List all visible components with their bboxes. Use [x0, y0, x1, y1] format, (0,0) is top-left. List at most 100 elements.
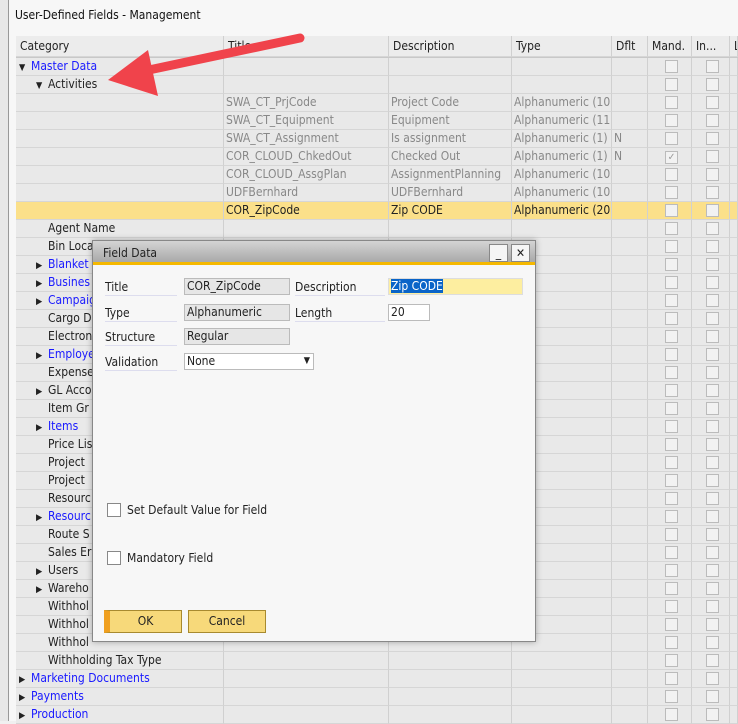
expand-right-icon[interactable]: ▶ [19, 708, 31, 723]
mandatory-checkbox[interactable] [665, 402, 678, 415]
ok-button[interactable]: OK [104, 610, 182, 633]
mandatory-checkbox[interactable] [665, 546, 678, 559]
in-checkbox[interactable] [706, 204, 719, 217]
mandatory-checkbox[interactable] [665, 600, 678, 613]
mandatory-checkbox[interactable] [665, 564, 678, 577]
category-label[interactable]: Withholding Tax Type [48, 653, 162, 667]
in-checkbox[interactable] [706, 132, 719, 145]
mandatory-checkbox[interactable] [665, 168, 678, 181]
description-input[interactable]: Zip CODE [388, 278, 523, 295]
in-checkbox[interactable] [706, 420, 719, 433]
expand-right-icon[interactable]: ▶ [36, 258, 48, 273]
in-checkbox[interactable] [706, 546, 719, 559]
category-label[interactable]: Items [48, 419, 78, 433]
mandatory-checkbox[interactable] [665, 312, 678, 325]
expand-right-icon[interactable]: ▶ [36, 294, 48, 309]
mandatory-checkbox[interactable] [665, 222, 678, 235]
in-checkbox[interactable] [706, 456, 719, 469]
length-input[interactable]: 20 [388, 304, 430, 321]
category-label[interactable]: Electron [48, 329, 92, 343]
category-label[interactable]: Item Gr [48, 401, 89, 415]
expand-right-icon[interactable]: ▶ [36, 348, 48, 363]
set-default-label[interactable]: Set Default Value for Field [127, 503, 267, 517]
mandatory-checkbox[interactable] [665, 348, 678, 361]
table-row[interactable]: COR_CLOUD_AssgPlan AssignmentPlanning Alph… [16, 166, 738, 184]
in-checkbox[interactable] [706, 168, 719, 181]
category-label[interactable]: Project [48, 455, 85, 469]
in-checkbox[interactable] [706, 582, 719, 595]
category-label[interactable]: Expense [48, 365, 94, 379]
in-checkbox[interactable] [706, 78, 719, 91]
expand-right-icon[interactable]: ▶ [36, 582, 48, 597]
in-checkbox[interactable] [706, 150, 719, 163]
in-checkbox[interactable] [706, 348, 719, 361]
mandatory-checkbox[interactable] [665, 276, 678, 289]
mandatory-checkbox[interactable] [665, 618, 678, 631]
category-label[interactable]: Payments [31, 689, 84, 703]
category-label[interactable]: Project [48, 473, 85, 487]
in-checkbox[interactable] [706, 528, 719, 541]
mandatory-checkbox[interactable] [665, 204, 678, 217]
table-row[interactable]: ▶ Payments [16, 688, 738, 706]
in-checkbox[interactable] [706, 672, 719, 685]
in-checkbox[interactable] [706, 60, 719, 73]
mandatory-checkbox[interactable] [665, 132, 678, 145]
set-default-checkbox[interactable] [107, 503, 121, 517]
mandatory-checkbox[interactable] [665, 420, 678, 433]
col-l[interactable]: L [730, 36, 738, 57]
mandatory-checkbox[interactable] [665, 654, 678, 667]
category-label[interactable]: Employe [48, 347, 95, 361]
mandatory-checkbox[interactable] [665, 384, 678, 397]
in-checkbox[interactable] [706, 492, 719, 505]
table-row[interactable]: SWA_CT_Equipment Equipment Alphanumeric (1… [16, 112, 738, 130]
mandatory-checkbox[interactable] [665, 96, 678, 109]
category-label[interactable]: Users [48, 563, 78, 577]
validation-dropdown[interactable]: None ▼ [184, 353, 314, 370]
category-label[interactable]: Busines [48, 275, 90, 289]
col-description[interactable]: Description [389, 36, 512, 57]
mandatory-checkbox[interactable] [665, 240, 678, 253]
category-label[interactable]: Withhol [48, 635, 89, 649]
in-checkbox[interactable] [706, 564, 719, 577]
table-row[interactable]: COR_CLOUD_ChkedOut Checked Out Alphanumeri… [16, 148, 738, 166]
col-type[interactable]: Type [512, 36, 612, 57]
in-checkbox[interactable] [706, 510, 719, 523]
mandatory-label[interactable]: Mandatory Field [127, 551, 213, 565]
mandatory-checkbox[interactable] [665, 492, 678, 505]
mandatory-checkbox[interactable] [665, 294, 678, 307]
mandatory-checkbox[interactable] [665, 528, 678, 541]
close-button[interactable]: ✕ [511, 244, 530, 262]
col-dflt[interactable]: Dflt [612, 36, 648, 57]
in-checkbox[interactable] [706, 276, 719, 289]
in-checkbox[interactable] [706, 258, 719, 271]
category-label[interactable]: Withhol [48, 617, 89, 631]
in-checkbox[interactable] [706, 366, 719, 379]
expand-down-icon[interactable]: ▼ [19, 60, 31, 75]
category-label[interactable]: Resourc [48, 509, 91, 523]
mandatory-checkbox[interactable] [665, 690, 678, 703]
in-checkbox[interactable] [706, 600, 719, 613]
minimize-button[interactable]: _ [489, 244, 508, 262]
mandatory-checkbox[interactable] [665, 474, 678, 487]
mandatory-checkbox[interactable] [665, 366, 678, 379]
category-label[interactable]: Sales Er [48, 545, 91, 559]
category-label[interactable]: Route S [48, 527, 90, 541]
category-label[interactable]: Bin Loca [48, 239, 94, 253]
category-label[interactable]: Agent Name [48, 221, 115, 235]
table-row[interactable]: SWA_CT_Assignment Is assignment Alphanumer… [16, 130, 738, 148]
mandatory-checkbox[interactable] [665, 708, 678, 721]
category-label[interactable]: Price Lis [48, 437, 92, 451]
in-checkbox[interactable] [706, 636, 719, 649]
table-row[interactable]: Agent Name [16, 220, 738, 238]
in-checkbox[interactable] [706, 618, 719, 631]
in-checkbox[interactable] [706, 330, 719, 343]
category-label[interactable]: Resourc [48, 491, 91, 505]
in-checkbox[interactable] [706, 708, 719, 721]
in-checkbox[interactable] [706, 654, 719, 667]
col-mand[interactable]: Mand. [648, 36, 692, 57]
in-checkbox[interactable] [706, 186, 719, 199]
expand-down-icon[interactable]: ▼ [36, 78, 48, 93]
cancel-button[interactable]: Cancel [188, 610, 266, 633]
mandatory-checkbox[interactable] [107, 551, 121, 565]
mandatory-checkbox[interactable] [665, 672, 678, 685]
